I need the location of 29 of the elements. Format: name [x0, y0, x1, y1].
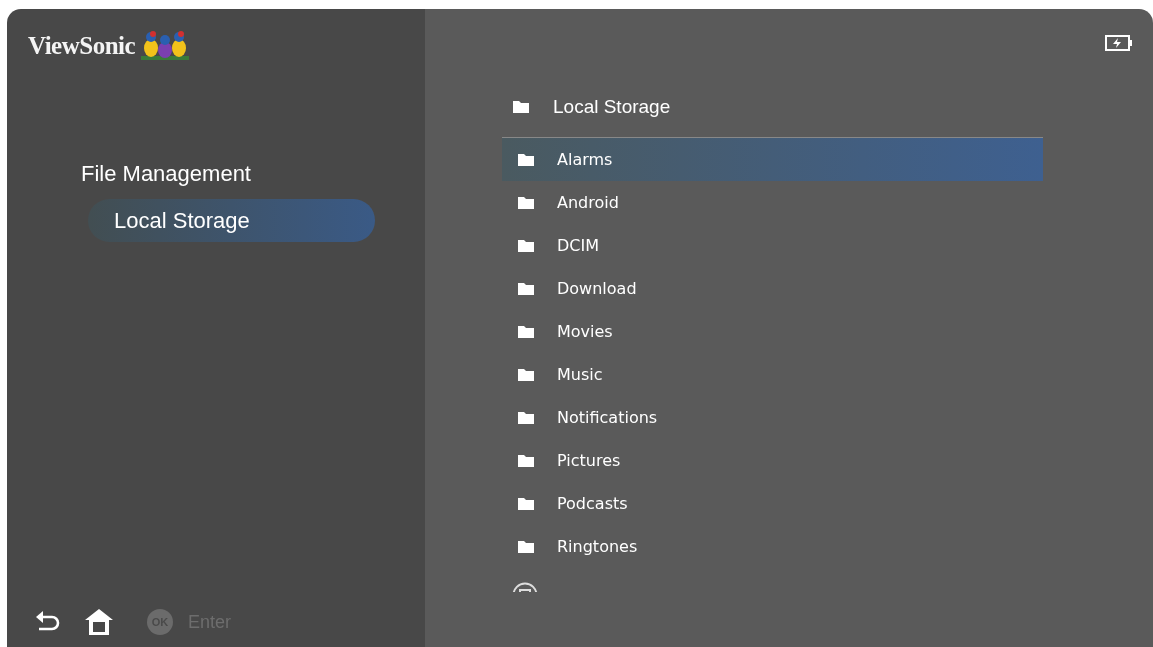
folder-icon [518, 239, 534, 252]
brand-logo-text: ViewSonic [28, 32, 136, 60]
folder-icon [518, 540, 534, 553]
folder-icon [513, 101, 529, 113]
folder-icon [518, 411, 534, 424]
sidebar-item[interactable]: Local Storage [88, 199, 375, 242]
battery-icon [1105, 35, 1133, 51]
file-list-item[interactable]: Music [502, 353, 1043, 396]
folder-icon [518, 153, 534, 166]
section-title: File Management [81, 161, 252, 187]
file-list-item[interactable]: Ringtones [502, 525, 1043, 568]
folder-icon [518, 497, 534, 510]
birds-logo-drawing [141, 30, 190, 62]
current-path: Local Storage [553, 96, 671, 118]
file-list-item[interactable]: Pictures [502, 439, 1043, 482]
file-list-item[interactable]: Podcasts [502, 482, 1043, 525]
back-icon[interactable] [36, 611, 62, 633]
folder-icon [518, 196, 534, 209]
file-list-item[interactable]: Download [502, 267, 1043, 310]
file-list-item[interactable]: Android [502, 181, 1043, 224]
folder-icon [518, 325, 534, 338]
folder-icon [518, 454, 534, 467]
home-icon[interactable] [84, 608, 114, 636]
file-list-item[interactable]: DCIM [502, 224, 1043, 267]
folder-icon [518, 282, 534, 295]
folder-icon [518, 368, 534, 381]
file-list-item[interactable]: Movies [502, 310, 1043, 353]
file-list-item[interactable]: Alarms [502, 138, 1043, 181]
file-list-item[interactable]: Notifications [502, 396, 1043, 439]
